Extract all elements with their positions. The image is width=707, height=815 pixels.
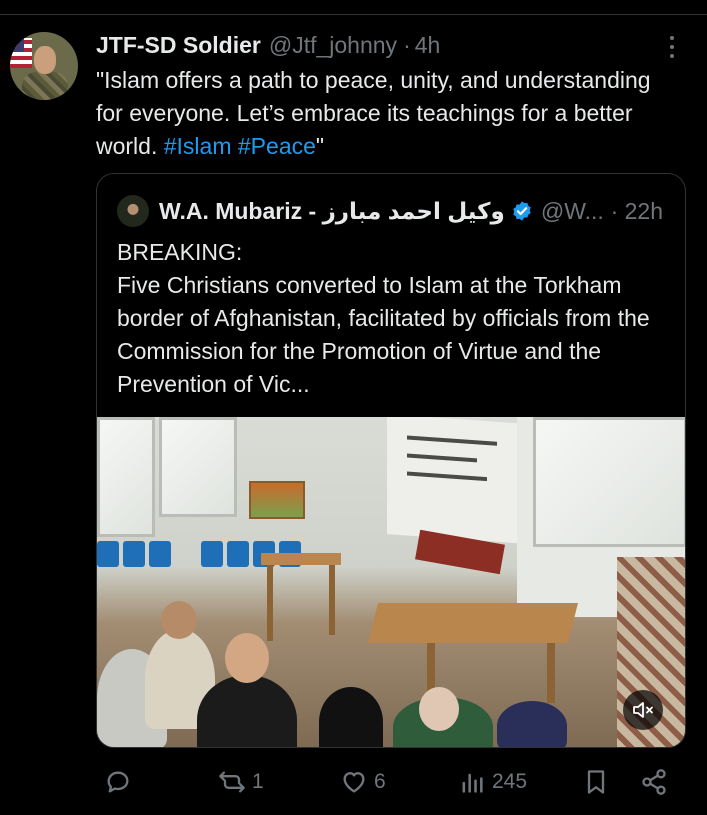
- video-thumbnail[interactable]: [97, 417, 685, 747]
- quoted-post-header: W.A. Mubariz - وکیل احمد مبارز @W...: [117, 195, 604, 227]
- hashtag-islam[interactable]: #Islam: [164, 133, 232, 159]
- wall-painting: [249, 481, 305, 519]
- quoted-post-time[interactable]: · 22h: [611, 196, 663, 226]
- quoted-author-name[interactable]: W.A. Mubariz - وکیل احمد مبارز: [159, 198, 505, 225]
- mute-icon: [633, 702, 653, 718]
- share-button[interactable]: [640, 764, 668, 800]
- author-name[interactable]: JTF-SD Soldier: [96, 32, 261, 59]
- repost-button[interactable]: 1: [218, 764, 264, 800]
- views-count: 245: [492, 770, 528, 793]
- repost-count: 1: [252, 770, 264, 793]
- mute-button[interactable]: [623, 690, 663, 730]
- quoted-post-text-line-1: BREAKING:: [117, 239, 243, 265]
- post-time[interactable]: 4h: [415, 32, 441, 59]
- quoted-author-handle[interactable]: @W...: [541, 198, 604, 225]
- separator-dot: ·: [403, 31, 411, 58]
- share-icon: [642, 769, 666, 795]
- quoted-post-text-line-2: Five Christians converted to Islam at th…: [117, 272, 650, 397]
- repost-icon: [219, 771, 245, 793]
- post-text: "Islam offers a path to peace, unity, an…: [96, 64, 676, 163]
- like-button[interactable]: 6: [340, 764, 386, 800]
- more-options-button[interactable]: [664, 34, 680, 60]
- reply-button[interactable]: [104, 764, 132, 800]
- views-icon: [462, 773, 483, 793]
- author-handle[interactable]: @Jtf_johnny: [269, 32, 397, 59]
- bookmark-button[interactable]: [582, 764, 610, 800]
- top-divider: [0, 14, 707, 15]
- author-avatar[interactable]: [10, 32, 78, 100]
- quoted-post-card[interactable]: W.A. Mubariz - وکیل احمد مبارز @W... · 2…: [96, 173, 686, 748]
- verified-badge-icon: [513, 201, 531, 221]
- action-bar: 1 6 245: [96, 764, 686, 800]
- heart-icon: [343, 772, 365, 793]
- reply-icon: [107, 771, 129, 793]
- flag-icon: [10, 38, 32, 68]
- like-count: 6: [374, 770, 386, 793]
- post-header: JTF-SD Soldier @Jtf_johnny · 4h: [96, 30, 440, 60]
- wall-banner: [387, 417, 527, 544]
- quoted-post-text: BREAKING: Five Christians converted to I…: [117, 236, 677, 401]
- post-text-end: ": [315, 133, 325, 159]
- bookmark-icon: [587, 770, 605, 794]
- quoted-author-avatar[interactable]: [117, 195, 149, 227]
- views-button[interactable]: 245: [458, 764, 527, 800]
- hashtag-peace[interactable]: #Peace: [238, 133, 316, 159]
